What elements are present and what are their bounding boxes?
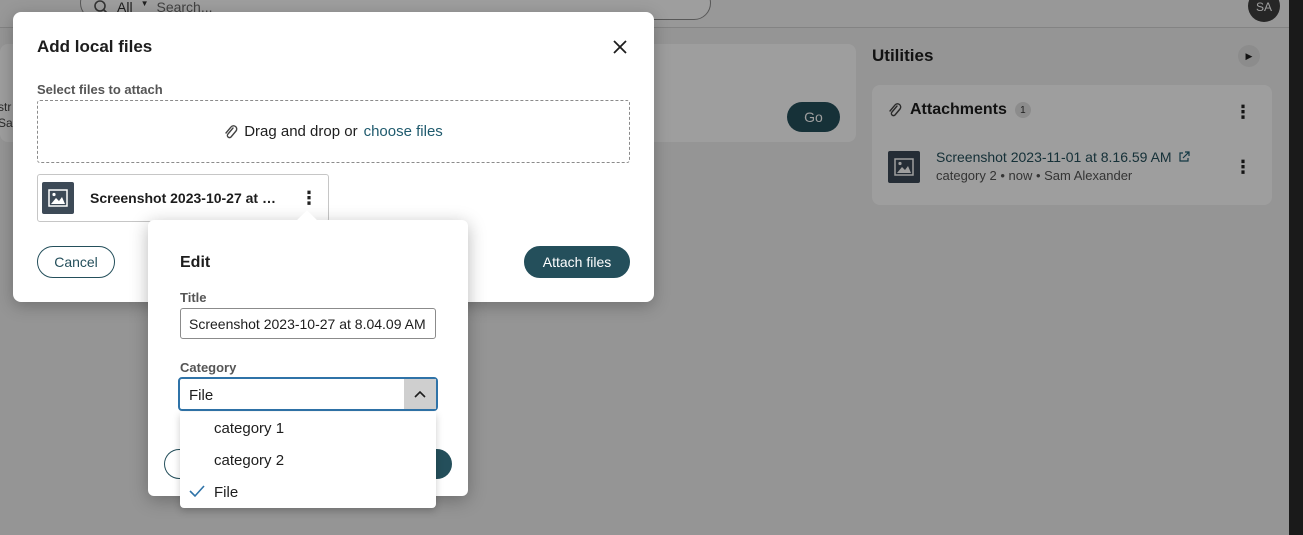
attach-files-button[interactable]: Attach files: [524, 246, 630, 278]
category-options-list: category 1 category 2 File: [180, 412, 436, 508]
dialog-title: Add local files: [37, 37, 153, 56]
close-icon: [613, 40, 627, 54]
close-button[interactable]: [607, 34, 633, 60]
option-label: File: [214, 484, 239, 501]
option-file[interactable]: File: [180, 476, 436, 508]
image-icon: [42, 182, 74, 214]
file-chip-name: Screenshot 2023-10-27 at 8.04.09 AM: [90, 190, 280, 206]
option-label: category 2: [214, 452, 285, 469]
category-label: Category: [180, 360, 237, 375]
selected-file-chip: Screenshot 2023-10-27 at 8.04.09 AM ⋮: [37, 174, 329, 222]
option-label: category 1: [214, 420, 285, 437]
option-category-2[interactable]: category 2: [180, 444, 436, 476]
title-input[interactable]: [180, 308, 436, 339]
option-category-1[interactable]: category 1: [180, 412, 436, 444]
select-files-label: Select files to attach: [37, 82, 163, 97]
kebab-menu-icon[interactable]: ⋮: [300, 189, 318, 207]
chevron-up-icon[interactable]: [404, 379, 436, 409]
cancel-button[interactable]: Cancel: [37, 246, 115, 278]
title-field-label: Title: [180, 290, 207, 305]
dropzone-text: Drag and drop or: [244, 123, 358, 140]
file-dropzone[interactable]: Drag and drop or choose files: [37, 100, 630, 163]
category-value: File: [189, 387, 214, 404]
check-icon: [189, 485, 205, 498]
category-select[interactable]: File: [178, 377, 438, 411]
edit-title: Edit: [180, 254, 211, 271]
paperclip-icon: [225, 124, 238, 138]
choose-files-link[interactable]: choose files: [364, 123, 443, 140]
